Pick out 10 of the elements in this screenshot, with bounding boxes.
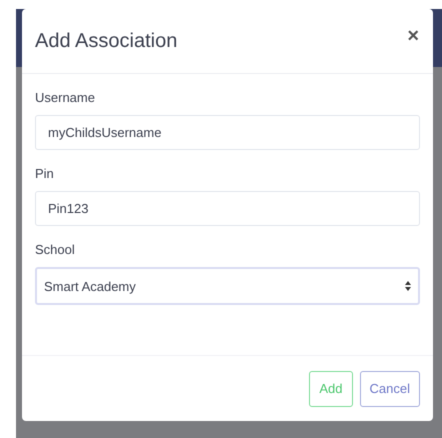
field-label: Username <box>35 90 96 105</box>
dialog-title: Add Association <box>35 30 178 52</box>
input-field[interactable]: myChildsUsername <box>35 115 420 150</box>
field-label: Pin <box>35 166 55 181</box>
dropdown-arrows-icon <box>405 281 411 291</box>
input-field[interactable]: Pin123 <box>35 191 420 226</box>
close-button[interactable]: × <box>407 24 419 48</box>
cancel-button[interactable]: Cancel <box>360 370 420 406</box>
field-label: School <box>35 242 76 257</box>
select-field[interactable]: Smart Academy <box>35 267 420 305</box>
